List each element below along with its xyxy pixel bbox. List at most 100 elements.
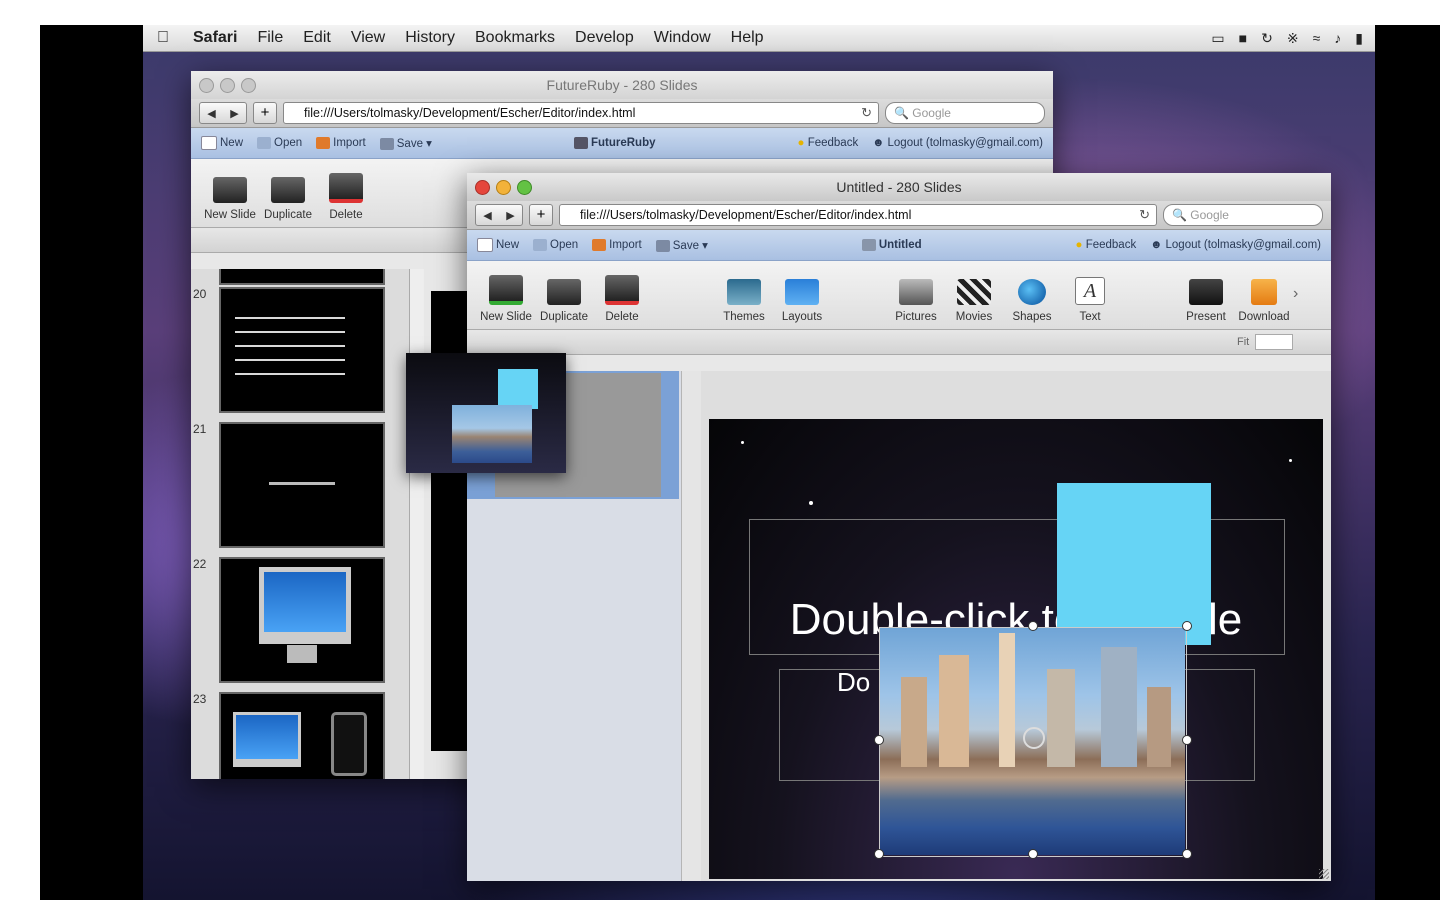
resize-grip-icon[interactable] — [1319, 869, 1329, 879]
menu-window[interactable]: Window — [644, 29, 721, 47]
reload-icon[interactable]: ↻ — [861, 103, 872, 123]
duplicate-button[interactable]: Duplicate — [259, 177, 317, 221]
slide-thumb-22[interactable] — [219, 557, 385, 683]
app-toolbar: New Open Import Save ▾ FutureRuby ● Feed… — [191, 128, 1053, 159]
back-forward-buttons[interactable]: ◀ ▶ — [199, 102, 247, 124]
layouts-label: Layouts — [781, 311, 823, 323]
slide-thumb-21[interactable] — [219, 422, 385, 548]
menu-file[interactable]: File — [247, 29, 293, 47]
import-icon — [316, 136, 331, 149]
slide-list[interactable]: 20 21 22 23 — [191, 269, 409, 779]
delete-icon — [605, 275, 639, 305]
text-label: Text — [1079, 311, 1101, 323]
window-title: Untitled - 280 Slides — [836, 179, 962, 195]
address-bar[interactable]: file:///Users/tolmasky/Development/Esche… — [283, 102, 879, 124]
bluetooth-icon[interactable]: ※ — [1287, 30, 1299, 47]
import-button[interactable]: Import — [592, 238, 642, 251]
back-forward-buttons[interactable]: ◀ ▶ — [475, 204, 523, 226]
slide-thumb-20[interactable] — [219, 287, 385, 413]
duplicate-button[interactable]: Duplicate — [535, 279, 593, 323]
menu-edit[interactable]: Edit — [293, 29, 341, 47]
reload-icon[interactable]: ↻ — [1139, 205, 1150, 225]
feedback-link[interactable]: ● Feedback — [1076, 239, 1137, 251]
battery-icon[interactable]: ▮ — [1355, 30, 1363, 47]
search-field[interactable]: 🔍 Google — [1163, 204, 1323, 226]
address-bar[interactable]: file:///Users/tolmasky/Development/Esche… — [559, 204, 1157, 226]
download-button[interactable]: Download — [1235, 279, 1293, 323]
delete-button[interactable]: Delete — [317, 173, 375, 221]
slide-thumb-23[interactable] — [219, 692, 385, 779]
document-icon — [861, 238, 876, 251]
forward-icon[interactable]: ▶ — [230, 107, 238, 120]
document-icon — [573, 136, 588, 149]
resize-handle[interactable] — [874, 849, 884, 859]
add-bookmark-button[interactable]: + — [529, 204, 553, 226]
import-icon — [592, 238, 607, 251]
save-label: Save — [396, 138, 423, 150]
import-button[interactable]: Import — [316, 136, 366, 149]
battery-widget-icon[interactable]: ■ — [1239, 30, 1247, 47]
new-button[interactable]: New — [201, 136, 243, 150]
present-button[interactable]: Present — [1177, 279, 1235, 323]
dragged-slide-thumbnail[interactable] — [406, 353, 566, 473]
rotation-handle[interactable] — [1023, 727, 1045, 749]
slide-number: 22 — [193, 557, 207, 571]
pictures-button[interactable]: Pictures — [887, 279, 945, 323]
wifi-icon[interactable]: ≈ — [1313, 30, 1321, 47]
themes-button[interactable]: Themes — [715, 279, 773, 323]
resize-handle[interactable] — [1182, 621, 1192, 631]
apple-menu-icon[interactable]:  — [143, 29, 183, 47]
menu-develop[interactable]: Develop — [565, 29, 644, 47]
resize-handle[interactable] — [1182, 735, 1192, 745]
new-slide-button[interactable]: New Slide — [201, 177, 259, 221]
add-bookmark-button[interactable]: + — [253, 102, 277, 124]
slide-list-scrollbar[interactable] — [409, 269, 424, 779]
logout-label: Logout (tolmasky@gmail.com) — [1165, 239, 1321, 251]
resize-handle[interactable] — [1182, 849, 1192, 859]
open-button[interactable]: Open — [533, 238, 578, 251]
resize-handle[interactable] — [1028, 849, 1038, 859]
back-icon[interactable]: ◀ — [483, 209, 491, 222]
search-field[interactable]: 🔍 Google — [885, 102, 1045, 124]
delete-button[interactable]: Delete — [593, 275, 651, 323]
zoom-field[interactable] — [1255, 334, 1294, 350]
shapes-button[interactable]: Shapes — [1003, 279, 1061, 323]
slide-canvas[interactable]: Double-click to edit title Do — [709, 419, 1323, 879]
slide-thumb-19[interactable] — [219, 269, 385, 285]
new-button[interactable]: New — [477, 238, 519, 252]
navigator-divider[interactable] — [681, 371, 703, 881]
menu-view[interactable]: View — [341, 29, 395, 47]
feedback-link[interactable]: ● Feedback — [798, 137, 859, 149]
open-button[interactable]: Open — [257, 136, 303, 150]
text-icon: A — [1075, 277, 1105, 305]
menu-app-name[interactable]: Safari — [183, 29, 247, 47]
new-slide-button[interactable]: New Slide — [477, 275, 535, 323]
menu-bookmarks[interactable]: Bookmarks — [465, 29, 565, 47]
movies-button[interactable]: Movies — [945, 279, 1003, 323]
desktop:  Safari File Edit View History Bookmark… — [143, 25, 1375, 900]
menu-history[interactable]: History — [395, 29, 465, 47]
open-label: Open — [274, 137, 303, 150]
screen-icon[interactable]: ▭ — [1211, 30, 1224, 47]
resize-handle[interactable] — [874, 735, 884, 745]
forward-icon[interactable]: ▶ — [506, 209, 514, 222]
star — [1289, 459, 1292, 462]
logout-link[interactable]: ☻ Logout (tolmasky@gmail.com) — [872, 137, 1043, 149]
open-icon — [533, 238, 548, 251]
new-label: New — [220, 137, 244, 150]
menu-help[interactable]: Help — [721, 29, 774, 47]
layouts-button[interactable]: Layouts — [773, 279, 831, 323]
volume-icon[interactable]: ♪ — [1334, 30, 1341, 47]
slide-number: 23 — [193, 692, 207, 706]
resize-handle[interactable] — [1028, 621, 1038, 631]
save-button[interactable]: Save ▾ — [379, 136, 432, 150]
save-icon — [379, 137, 394, 150]
logout-link[interactable]: ☻ Logout (tolmasky@gmail.com) — [1150, 239, 1321, 251]
new-icon — [477, 238, 493, 252]
save-button[interactable]: Save ▾ — [655, 238, 708, 252]
text-button[interactable]: A Text — [1061, 277, 1119, 323]
more-chevron-icon[interactable]: › — [1293, 285, 1298, 323]
sync-icon[interactable]: ↻ — [1261, 30, 1273, 47]
slide-subtitle-text[interactable]: Do — [837, 667, 870, 698]
back-icon[interactable]: ◀ — [207, 107, 215, 120]
